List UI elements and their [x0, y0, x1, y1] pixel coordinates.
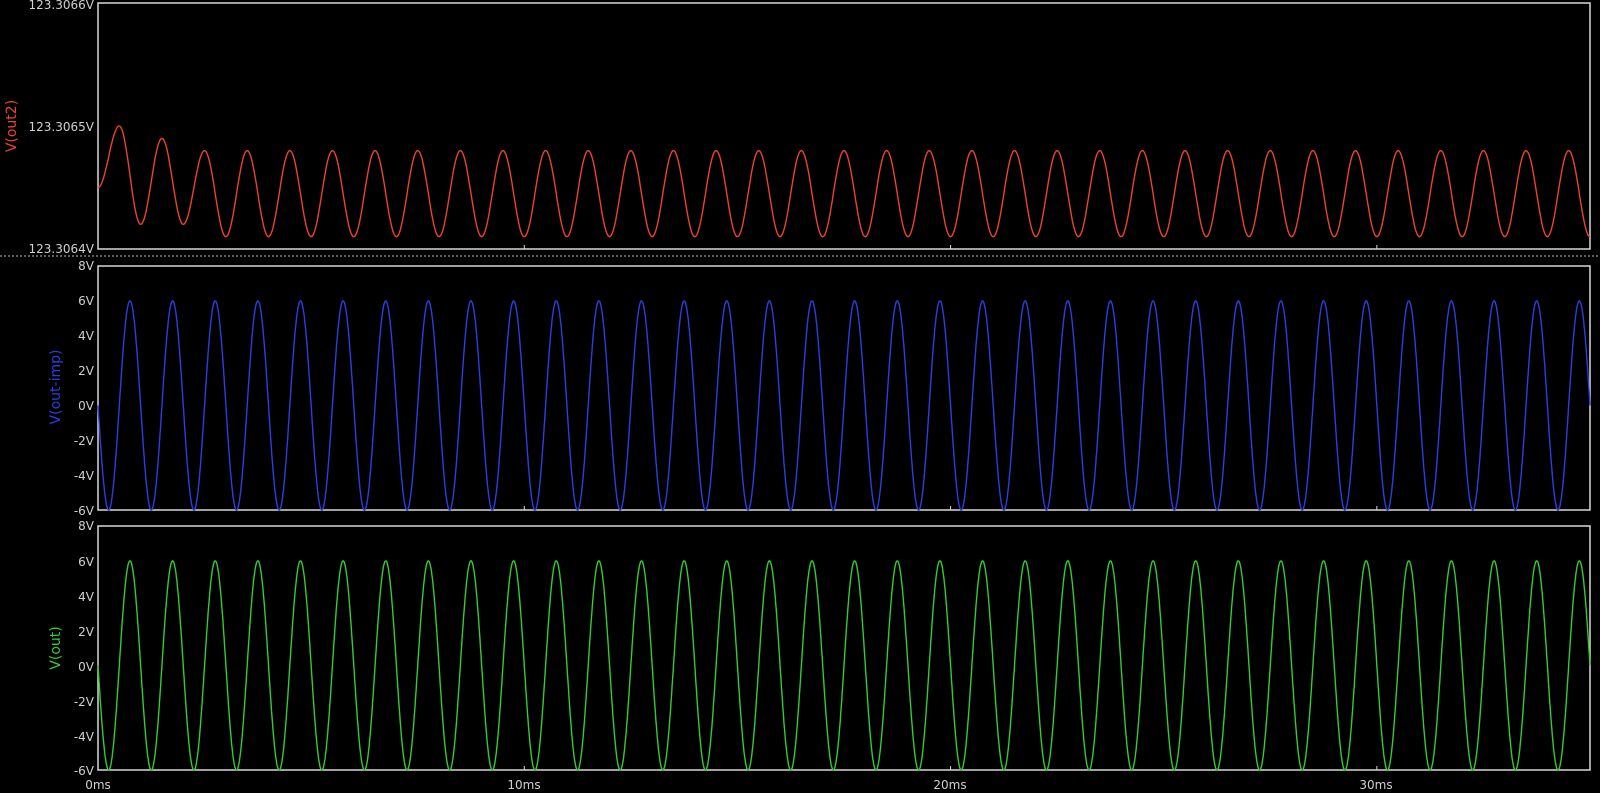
waveform-viewer[interactable]: V(out2) 123.3066V 123.3065V 123.3064V V(…: [0, 0, 1600, 793]
y-tick-label: -6V: [74, 504, 95, 518]
y-tick-label: 0V: [78, 660, 95, 674]
series-line-V(out2)[interactable]: [97, 125, 1591, 238]
y-tick-label: -2V: [74, 695, 95, 709]
pane-out2[interactable]: V(out2) 123.3066V 123.3065V 123.3064V: [4, 0, 1591, 256]
y-tick-label: 2V: [78, 364, 95, 378]
series-line-V(out-imp)[interactable]: [97, 300, 1591, 511]
pane-out[interactable]: V(out) 8V 6V 4V 2V 0V -2V -4V -6V: [48, 519, 1591, 778]
y-tick-label: -6V: [74, 764, 95, 778]
y-tick-label: 2V: [78, 625, 95, 639]
x-tick-label: 0ms: [85, 778, 111, 792]
y-tick-label: 4V: [78, 590, 95, 604]
x-axis: 0ms 10ms 20ms 30ms: [85, 778, 1392, 792]
y-tick-label: 0V: [78, 399, 95, 413]
y-tick-label: 4V: [78, 329, 95, 343]
y-axis-label: V(out2): [4, 100, 20, 152]
y-tick-label: 123.3065V: [29, 120, 95, 134]
pane-frame: [97, 525, 1591, 771]
y-tick-label: -4V: [74, 469, 95, 483]
pane-frame: [97, 265, 1591, 511]
y-tick-label: -4V: [74, 730, 95, 744]
y-tick-label: 8V: [78, 259, 95, 273]
x-tick-label: 30ms: [1359, 778, 1392, 792]
y-tick-label: 123.3066V: [29, 0, 95, 12]
y-tick-label: 123.3064V: [29, 242, 95, 256]
y-axis-label: V(out): [48, 626, 64, 669]
pane-out-imp[interactable]: V(out-imp) 8V 6V 4V 2V 0V -2V -4V -6V: [48, 259, 1591, 518]
y-tick-label: 6V: [78, 294, 95, 308]
y-tick-label: 6V: [78, 555, 95, 569]
x-tick-label: 10ms: [507, 778, 540, 792]
y-tick-label: -2V: [74, 434, 95, 448]
y-axis-label: V(out-imp): [48, 350, 64, 425]
y-tick-label: 8V: [78, 519, 95, 533]
series-line-V(out)[interactable]: [97, 560, 1591, 771]
pane-frame: [97, 2, 1591, 250]
x-tick-label: 20ms: [933, 778, 966, 792]
